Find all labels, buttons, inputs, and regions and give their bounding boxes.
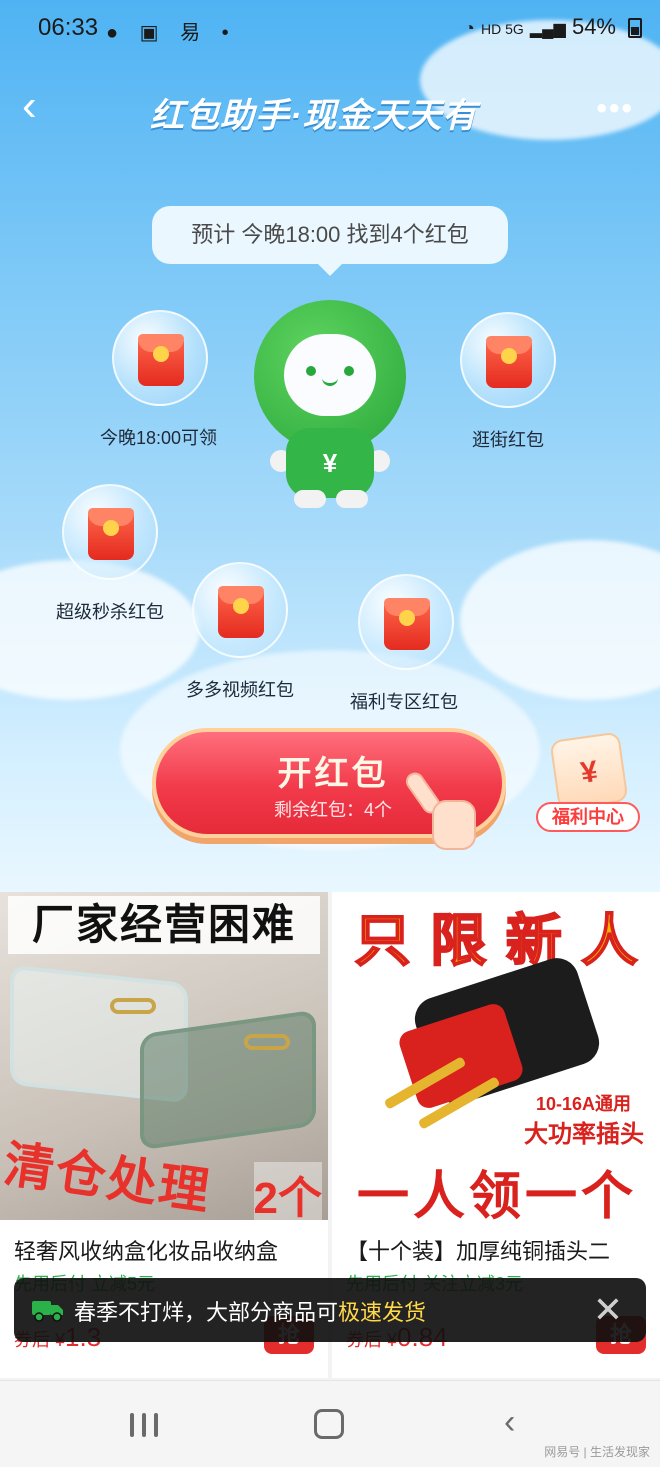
product-banner-bottom: 一人领一个 — [356, 1168, 637, 1220]
welfare-center-button[interactable]: ¥ 福利中心 — [536, 730, 640, 840]
cloud-decoration — [460, 540, 660, 700]
product-title: 【十个装】加厚纯铜插头二 — [346, 1239, 611, 1264]
network-type: HD 5G — [480, 21, 524, 37]
orb-label-tonight: 今晚18:00可领 — [100, 428, 218, 448]
red-envelope-orb-shopping[interactable] — [460, 312, 556, 408]
red-envelope-icon — [218, 586, 264, 638]
product-image: 厂家经营困难 清仓处理 2个 — [0, 892, 328, 1220]
product-banner-top: 厂家经营困难 — [8, 896, 320, 954]
toast-text-highlight: 极速发货 — [338, 1300, 427, 1325]
more-options-button[interactable]: ••• — [596, 92, 634, 126]
hero-area: 06:33 ● ▣ 易 • ◔ HD 5G ▂▄▆ 54% ‹ 红包助手·现金天… — [0, 0, 660, 892]
cloud-decoration — [0, 560, 200, 700]
battery-percent: 54% — [571, 14, 616, 39]
home-button[interactable] — [314, 1409, 344, 1439]
mascot-mouth — [322, 378, 338, 386]
page-title: 红包助手·现金天天有 — [150, 97, 478, 135]
product-image: 只 限 新 人 10-16A通用 大功率插头 一人领一个 — [332, 892, 660, 1220]
notification-icons: ● ▣ 易 • — [106, 22, 237, 44]
welfare-envelope-icon: ¥ — [549, 731, 629, 811]
product-banner-count: 2个 — [253, 1162, 322, 1220]
mascot-eye — [344, 366, 354, 376]
red-envelope-icon — [486, 336, 532, 388]
back-button[interactable]: ‹ — [22, 84, 62, 128]
system-navigation-bar: ‹ 网易号 | 生活发现家 — [0, 1380, 660, 1467]
toast-message: 春季不打烊，大部分商品可极速发货 — [74, 1295, 426, 1327]
box-handle-gold — [110, 998, 156, 1014]
recent-apps-button[interactable] — [130, 1413, 160, 1437]
red-envelope-icon — [88, 508, 134, 560]
red-envelope-orb-welfare[interactable] — [358, 574, 454, 670]
battery-icon — [628, 18, 642, 38]
box-handle-gold — [244, 1034, 290, 1050]
storage-box-green — [140, 1009, 316, 1151]
red-envelope-orb-tonight[interactable] — [112, 310, 208, 406]
product-banner-top: 只 限 新 人 — [354, 908, 640, 973]
product-title: 轻奢风收纳盒化妆品收纳盒 — [14, 1239, 279, 1264]
welfare-center-label: 福利中心 — [536, 802, 640, 832]
signal-icon: ▂▄▆ — [529, 21, 566, 38]
watermark: 网易号 | 生活发现家 — [544, 1445, 650, 1459]
orb-label-flash-sale: 超级秒杀红包 — [56, 602, 164, 622]
hand-palm — [432, 800, 476, 850]
mascot-eye — [306, 366, 316, 376]
mascot-foot — [336, 490, 368, 508]
product-spec: 10-16A通用 — [536, 1094, 632, 1114]
product-spec-2: 大功率插头 — [524, 1121, 644, 1148]
red-envelope-orb-flash-sale[interactable] — [62, 484, 158, 580]
system-back-button[interactable]: ‹ — [504, 1403, 515, 1442]
forecast-tip: 预计 今晚18:00 找到4个红包 — [152, 206, 508, 276]
red-envelope-icon — [384, 598, 430, 650]
status-right: ◔ HD 5G ▂▄▆ 54% — [464, 14, 616, 40]
orb-label-shopping: 逛街红包 — [472, 430, 544, 450]
red-envelope-orb-video[interactable] — [192, 562, 288, 658]
close-icon[interactable]: ✕ — [588, 1290, 628, 1330]
status-time: 06:33 — [38, 14, 99, 41]
red-envelope-icon — [138, 334, 184, 386]
shipping-toast: 春季不打烊，大部分商品可极速发货 ✕ — [14, 1278, 646, 1342]
status-bar: 06:33 ● ▣ 易 • ◔ HD 5G ▂▄▆ 54% — [0, 0, 660, 56]
pointing-hand-icon — [402, 768, 476, 856]
mascot-character: ¥ — [252, 300, 408, 520]
orb-label-video: 多多视频红包 — [186, 680, 294, 700]
toast-text-main: 春季不打烊，大部分商品可 — [74, 1300, 339, 1325]
truck-icon — [32, 1301, 63, 1322]
orb-label-welfare: 福利专区红包 — [350, 692, 458, 712]
mascot-face — [284, 334, 376, 416]
wifi-icon: ◔ — [463, 18, 475, 38]
mascot-body: ¥ — [286, 428, 374, 498]
mascot-foot — [294, 490, 326, 508]
